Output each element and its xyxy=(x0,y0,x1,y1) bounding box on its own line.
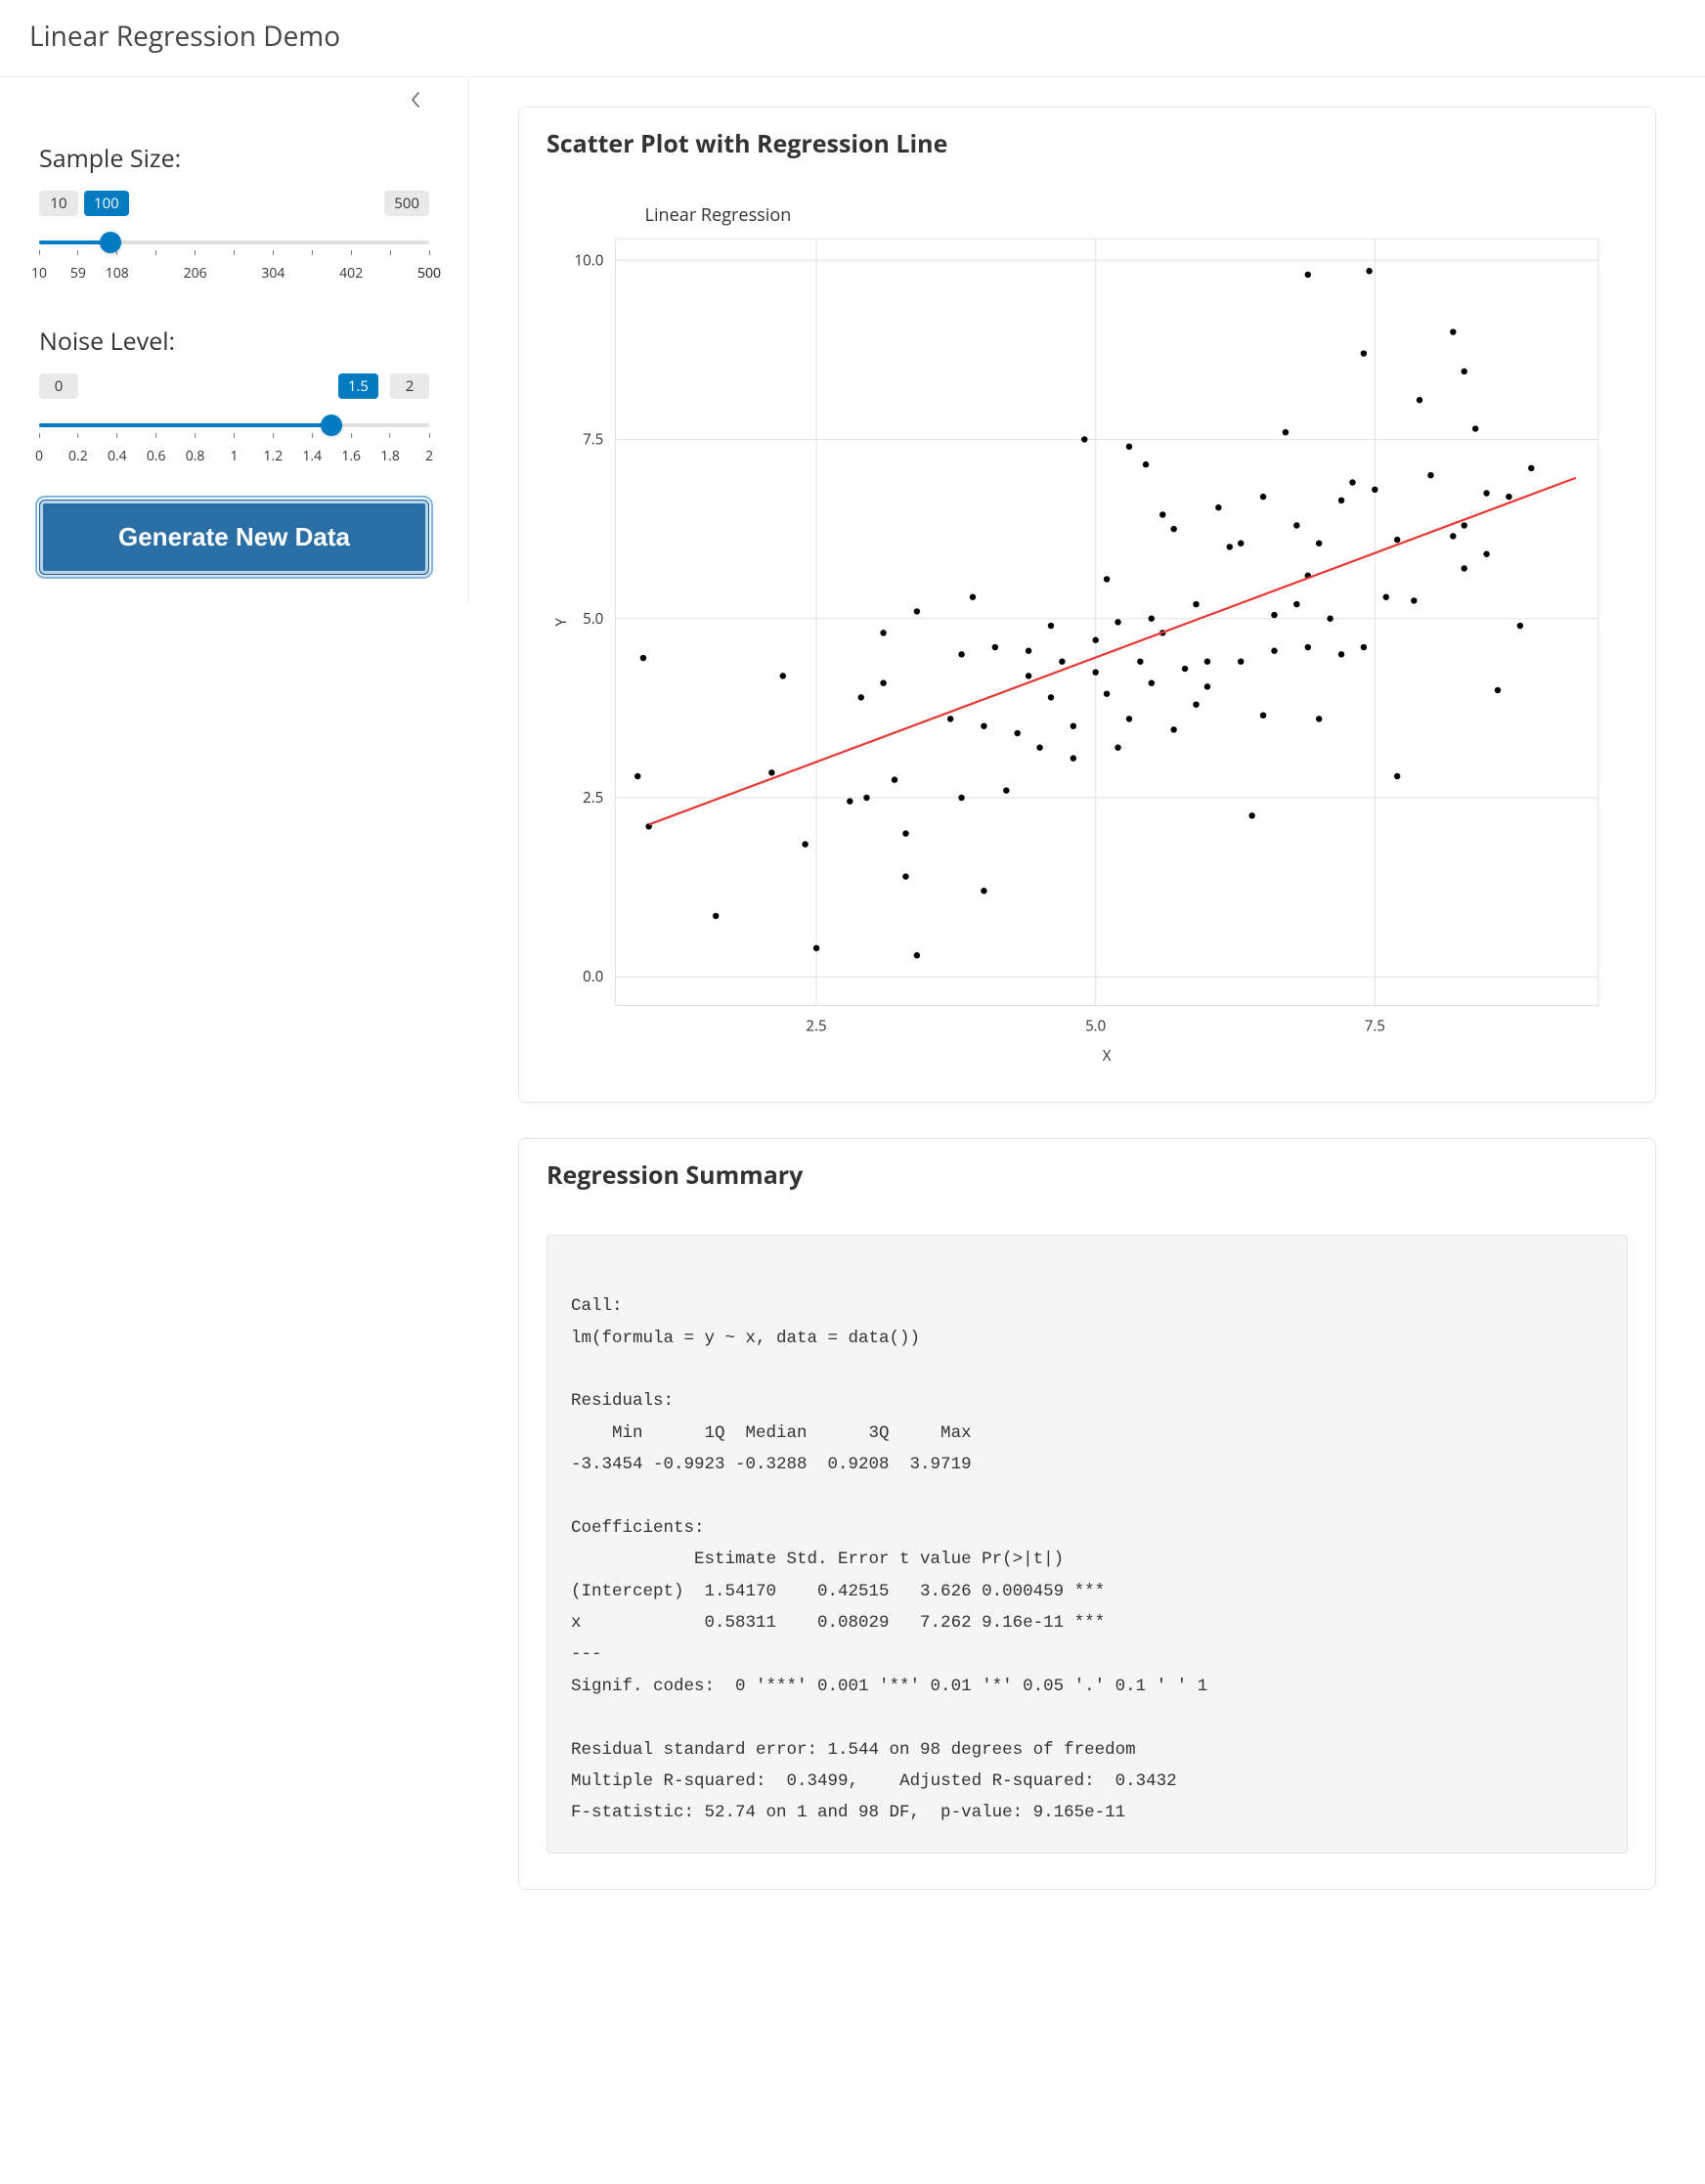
main-panel: Scatter Plot with Regression Line 0.0 2.5… xyxy=(469,77,1705,1954)
sample-size-label: Sample Size: xyxy=(39,142,429,175)
generate-button[interactable]: Generate New Data xyxy=(39,500,429,575)
svg-text:5.0: 5.0 xyxy=(1085,1017,1106,1036)
svg-text:Linear Regression: Linear Regression xyxy=(645,203,792,227)
sidebar-collapse-button[interactable] xyxy=(402,87,429,114)
scatter-card: Scatter Plot with Regression Line 0.0 2.5… xyxy=(518,107,1656,1103)
chevron-left-icon xyxy=(410,86,421,115)
noise-min-chip: 0 xyxy=(39,373,78,399)
svg-text:2.5: 2.5 xyxy=(583,788,603,808)
svg-text:2.5: 2.5 xyxy=(806,1017,826,1036)
svg-text:10.0: 10.0 xyxy=(574,250,603,270)
page-title: Linear Regression Demo xyxy=(0,0,1705,77)
summary-output: Call: lm(formula = y ~ x, data = data())… xyxy=(546,1235,1628,1854)
sample-size-value-chip: 100 xyxy=(84,191,129,216)
svg-text:7.5: 7.5 xyxy=(1365,1017,1385,1036)
app-layout: Sample Size: 10 100 500 1059108157206255… xyxy=(0,77,1705,1954)
noise-chip-row: 0 1.5 2 xyxy=(39,373,429,399)
noise-max-chip: 2 xyxy=(390,373,429,399)
summary-card-title: Regression Summary xyxy=(519,1139,1655,1211)
sample-size-chip-row: 10 100 500 xyxy=(39,191,429,216)
noise-slider[interactable]: 00.20.40.60.811.21.41.61.82 00.20.40.60.… xyxy=(39,423,429,464)
scatter-plot: 0.0 2.5 5.0 7.5 10.0 2.5 5.0 7.5 Linear Regressi… xyxy=(546,190,1628,1074)
sample-size-max-chip: 500 xyxy=(384,191,429,216)
svg-text:Y: Y xyxy=(551,618,571,627)
noise-value-chip: 1.5 xyxy=(338,373,378,399)
generate-button-label: Generate New Data xyxy=(118,522,350,551)
sample-size-slider[interactable]: 1059108157206255304353402451500 10591082… xyxy=(39,240,429,282)
svg-text:0.0: 0.0 xyxy=(583,967,603,986)
svg-text:7.5: 7.5 xyxy=(583,430,603,450)
scatter-card-title: Scatter Plot with Regression Line xyxy=(519,108,1655,180)
sidebar: Sample Size: 10 100 500 1059108157206255… xyxy=(0,77,469,604)
svg-text:X: X xyxy=(1103,1046,1112,1066)
summary-card: Regression Summary Call: lm(formula = y … xyxy=(518,1138,1656,1890)
sample-size-min-chip: 10 xyxy=(39,191,78,216)
svg-text:5.0: 5.0 xyxy=(583,609,603,629)
noise-level-label: Noise Level: xyxy=(39,325,429,358)
